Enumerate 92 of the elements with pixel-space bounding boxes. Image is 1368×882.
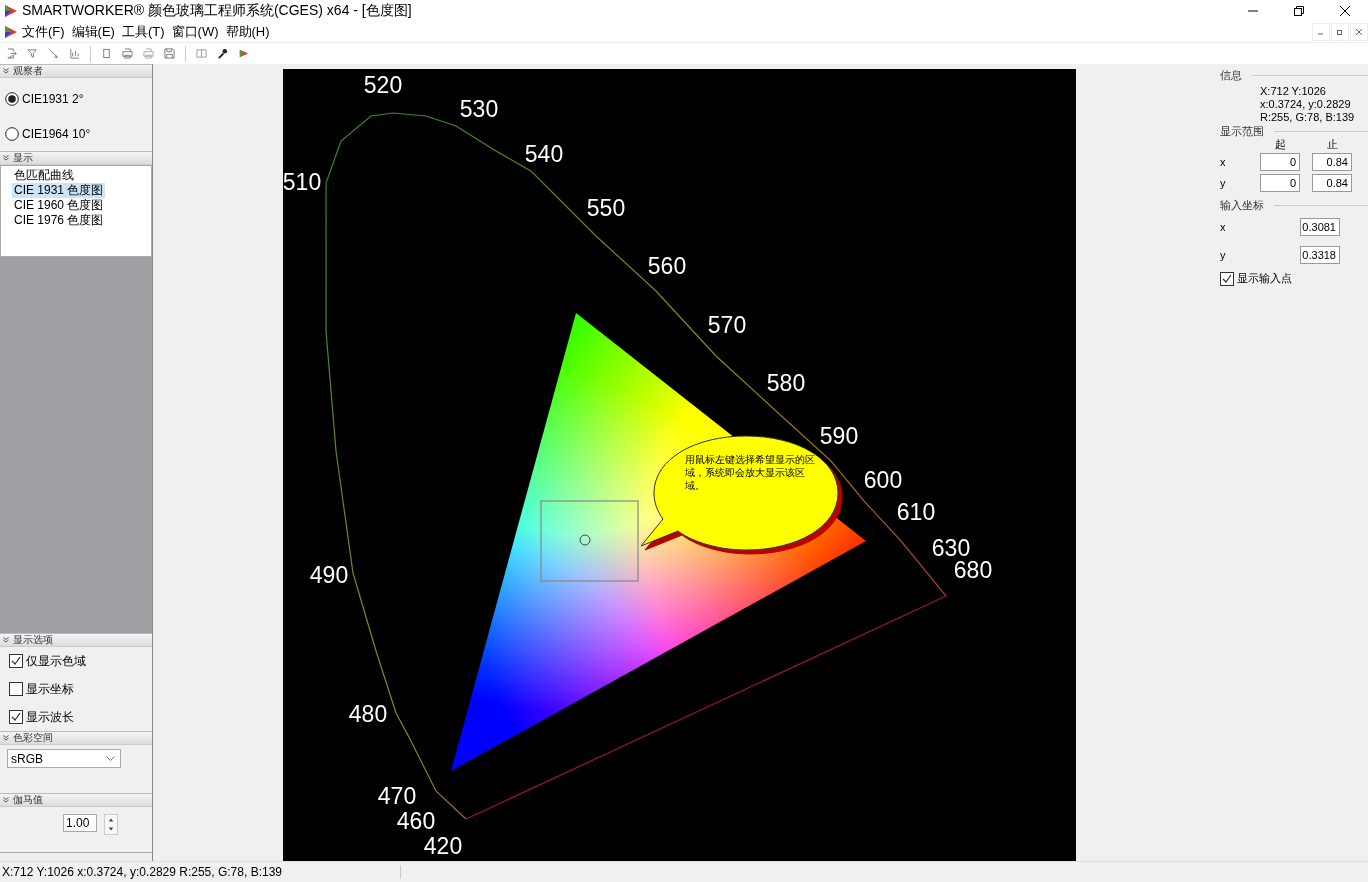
chevron-down-icon [3, 155, 9, 161]
wavelength-label: 600 [863, 467, 902, 493]
close-icon [1340, 6, 1350, 16]
panel-header[interactable]: 显示选项 [0, 633, 152, 647]
menu-item[interactable]: 编辑(E) [71, 23, 115, 41]
wavelength-label: 490 [309, 562, 348, 588]
selection-rectangle[interactable] [539, 500, 639, 582]
page-icon[interactable] [101, 48, 112, 59]
menu-item[interactable]: 文件(F) [22, 23, 65, 41]
input-field[interactable]: 0.3318 [1300, 246, 1340, 264]
restore-icon [1294, 6, 1304, 16]
chevron-down-icon [3, 68, 9, 74]
close-icon [1356, 29, 1362, 35]
info-text: R:255, G:78, B:139 [1260, 111, 1356, 124]
radio-label: CIE1964 10° [22, 126, 91, 141]
app-logo-icon [4, 25, 18, 39]
wrench-icon[interactable] [217, 48, 228, 59]
wavelength-label: 540 [524, 141, 563, 167]
section-title: 信息 [1220, 68, 1242, 83]
color-space-dropdown[interactable]: sRGB [7, 749, 121, 768]
column-header: 止 [1325, 139, 1339, 150]
column-header: 起 [1273, 139, 1287, 150]
checkbox[interactable] [9, 682, 23, 696]
checkbox[interactable] [9, 710, 23, 724]
restore-icon [1337, 29, 1343, 35]
list-item[interactable]: CIE 1976 色度图 [12, 213, 106, 228]
radio-button[interactable] [5, 126, 19, 141]
wavelength-label: 460 [396, 808, 435, 834]
checkbox[interactable] [9, 654, 23, 668]
section-title: 输入坐标 [1220, 198, 1264, 213]
radio-label: CIE1931 2° [22, 92, 84, 107]
checkbox[interactable] [1220, 271, 1234, 286]
axis-label: y [1220, 249, 1227, 261]
wavelength-label: 520 [363, 72, 402, 98]
status-text: X:712 Y:1026 x:0.3724, y:0.2829 R:255, G:78, B:139 [0, 865, 401, 879]
funnel-icon[interactable] [27, 48, 38, 59]
radio-button[interactable] [5, 92, 19, 107]
input-field[interactable]: 0 [1260, 153, 1300, 171]
list-item[interactable]: 色匹配曲线 [12, 168, 76, 183]
export-icon[interactable] [6, 48, 17, 59]
checkbox-label: 显示波长 [26, 708, 74, 726]
list-item[interactable]: CIE 1960 色度图 [12, 198, 106, 213]
chevron-down-icon [3, 797, 9, 803]
chevron-down-icon [3, 735, 9, 741]
close-button[interactable] [1350, 23, 1368, 41]
info-text: X:712 Y:1026 [1260, 85, 1327, 98]
checkbox-label: 仅显示色域 [26, 652, 86, 670]
wavelength-label: 510 [282, 169, 321, 195]
input-field[interactable]: 0.84 [1312, 153, 1352, 171]
panel-header[interactable]: 伽马值 [0, 793, 152, 807]
chevron-down-icon [3, 637, 9, 643]
input-field[interactable]: 0.84 [1312, 174, 1352, 192]
callout-text: 用鼠标左键选择希望显示的区域，系统即会放大显示该区域。 [684, 453, 816, 492]
tool-icon[interactable] [48, 48, 59, 59]
info-text: x:0.3724, y:0.2829 [1260, 98, 1352, 111]
chevron-down-icon [106, 755, 115, 762]
wavelength-label: 590 [819, 423, 858, 449]
point-marker [579, 534, 590, 546]
wavelength-label: 550 [586, 195, 625, 221]
section-title: 显示范围 [1220, 124, 1264, 139]
menu-item[interactable]: 窗口(W) [171, 23, 219, 41]
wavelength-label: 570 [707, 312, 746, 338]
printer-icon[interactable] [122, 48, 133, 59]
menu-item[interactable]: 帮助(H) [225, 23, 270, 41]
spin-buttons[interactable] [104, 814, 118, 835]
wavelength-label: 580 [766, 370, 805, 396]
panel-header[interactable]: 色彩空间 [0, 731, 152, 745]
input-field[interactable]: 0.3081 [1300, 218, 1340, 236]
printer-icon[interactable] [143, 48, 154, 59]
panel-header[interactable]: 观察者 [0, 64, 152, 78]
panel-header[interactable]: 显示 [0, 151, 152, 165]
gamma-input[interactable]: 1.00 [63, 814, 97, 832]
chart-icon[interactable] [69, 48, 80, 59]
wavelength-label: 610 [896, 499, 935, 525]
input-field[interactable]: 0 [1260, 174, 1300, 192]
wavelength-label: 470 [377, 783, 416, 809]
window-title: SMARTWORKER® 颜色玻璃工程师系统(CGES) x64 - [色度图] [22, 2, 412, 20]
wavelength-label: 560 [647, 253, 686, 279]
app-logo-icon [4, 4, 18, 18]
save-icon[interactable] [164, 48, 175, 59]
checkbox-label: 显示输入点 [1237, 271, 1292, 286]
list-item[interactable]: CIE 1931 色度图 [12, 183, 106, 198]
axis-label: x [1220, 221, 1227, 233]
panel-icon[interactable] [196, 48, 207, 59]
wavelength-label: 420 [423, 833, 462, 859]
axis-label: y [1220, 177, 1227, 189]
checkbox-label: 显示坐标 [26, 680, 74, 698]
menu-item[interactable]: 工具(T) [121, 23, 165, 41]
app-logo-icon[interactable] [238, 48, 249, 59]
axis-label: x [1220, 156, 1227, 168]
wavelength-label: 480 [348, 701, 387, 727]
wavelength-label: 530 [459, 96, 498, 122]
